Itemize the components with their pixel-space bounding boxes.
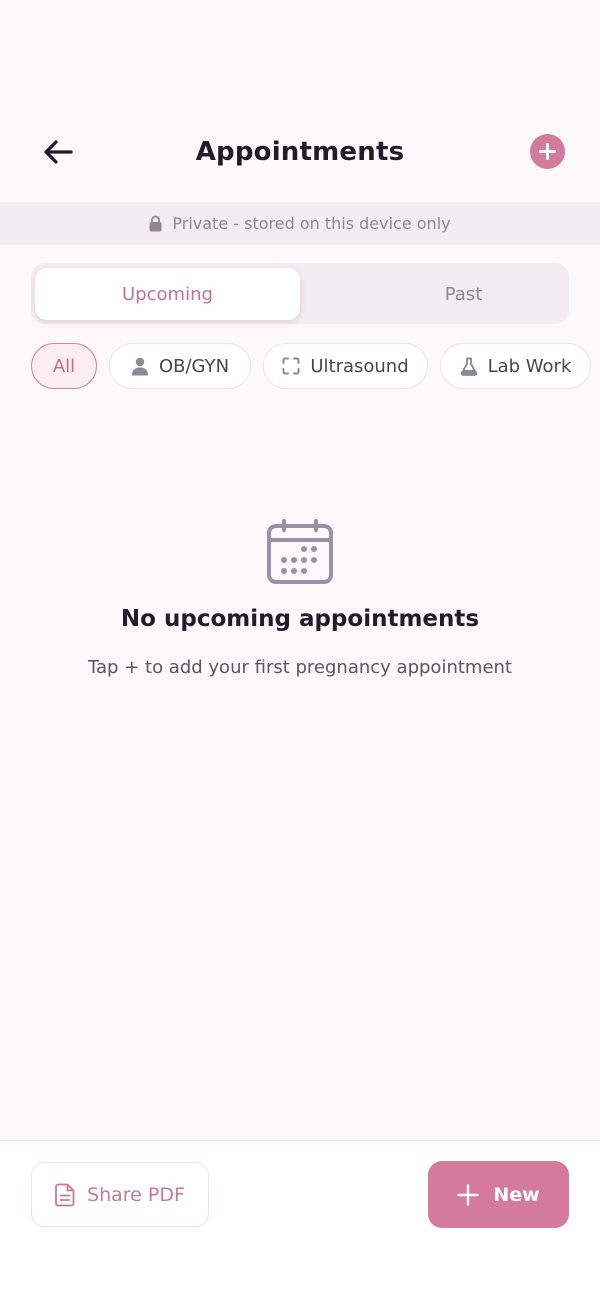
share-pdf-label: Share PDF (87, 1183, 185, 1206)
filter-chip-label: OB/GYN (158, 355, 230, 377)
tab-upcoming[interactable]: Upcoming (35, 268, 300, 320)
scan-frame-icon (282, 357, 300, 375)
privacy-text: Private - stored on this device only (172, 214, 451, 233)
flask-icon (460, 357, 478, 376)
bottom-action-bar: Share PDF New (0, 1140, 600, 1298)
filter-chip-label: Lab Work (487, 355, 572, 377)
document-icon (55, 1183, 75, 1206)
back-button[interactable] (36, 132, 80, 172)
plus-icon (457, 1183, 480, 1206)
filter-chip-all[interactable]: All (31, 343, 97, 389)
empty-state-subtitle: Tap + to add your first pregnancy appoin… (88, 657, 512, 678)
filter-chip-label: Ultrasound (310, 355, 409, 377)
upcoming-past-toggle: Upcoming Past (31, 263, 569, 324)
filter-chip-label: All (52, 355, 76, 377)
filter-chip-obgyn[interactable]: OB/GYN (109, 343, 251, 389)
person-icon (131, 357, 149, 376)
page-title: Appointments (195, 137, 405, 167)
tab-past[interactable]: Past (331, 268, 596, 320)
arrow-left-icon (44, 140, 73, 164)
new-appointment-button[interactable]: New (428, 1161, 569, 1228)
empty-state-title: No upcoming appointments (120, 606, 480, 632)
add-appointment-button[interactable] (530, 134, 565, 169)
filter-chip-ultrasound[interactable]: Ultrasound (263, 343, 428, 389)
lock-icon (149, 215, 162, 232)
header: Appointments (0, 118, 600, 186)
privacy-banner: Private - stored on this device only (0, 202, 600, 245)
calendar-icon (267, 519, 333, 584)
new-button-label: New (493, 1183, 540, 1206)
plus-icon (539, 143, 556, 160)
share-pdf-button[interactable]: Share PDF (31, 1162, 209, 1227)
appointments-screen: Appointments Private - stored on this de… (0, 0, 600, 1298)
filter-chip-lab-work[interactable]: Lab Work (440, 343, 591, 389)
